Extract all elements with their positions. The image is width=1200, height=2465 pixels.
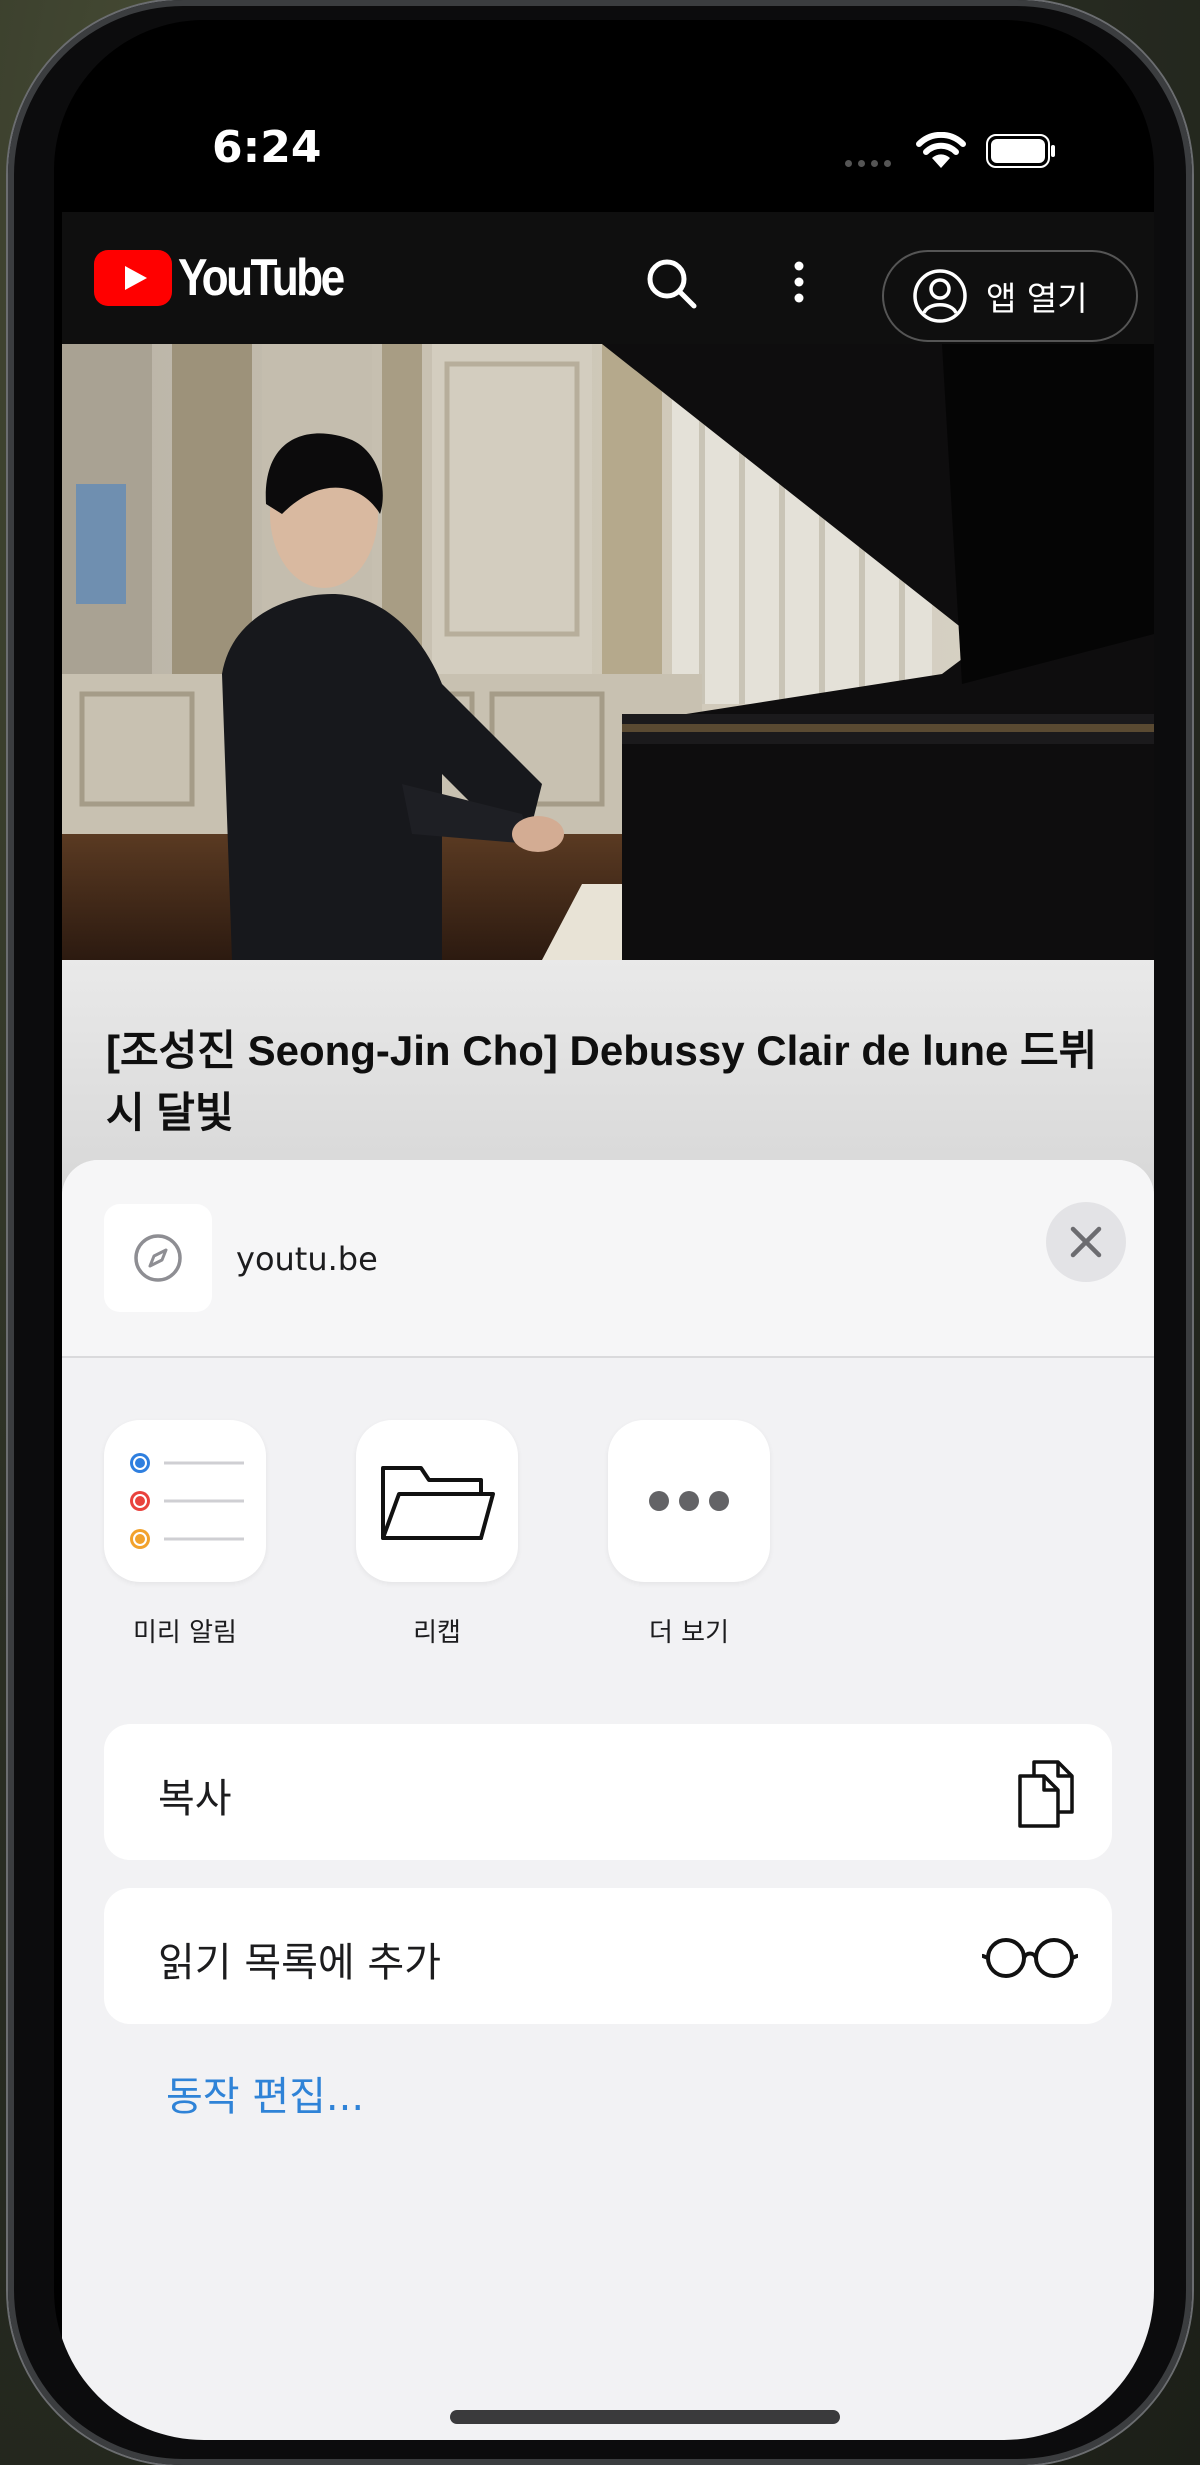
wifi-icon: [916, 132, 966, 168]
battery-icon: [986, 134, 1055, 168]
close-icon: [1070, 1226, 1102, 1258]
app-label-more: 더 보기: [648, 1618, 730, 1648]
action-add-reading-list[interactable]: 읽기 목록에 추가: [104, 1888, 1112, 2024]
video-title[interactable]: [조성진 Seong-Jin Cho] Debussy Clair de lun…: [106, 1020, 1106, 1144]
app-recap[interactable]: [356, 1420, 518, 1582]
glasses-icon: [982, 1938, 1078, 1978]
youtube-logo[interactable]: YouTube: [94, 248, 372, 308]
action-label-copy: 복사: [158, 1776, 232, 1822]
home-indicator[interactable]: [450, 2410, 840, 2424]
action-copy[interactable]: 복사: [104, 1724, 1112, 1860]
folder-icon: [381, 1466, 495, 1540]
compass-icon: [134, 1234, 182, 1282]
youtube-logo-text: YouTube: [178, 249, 345, 307]
search-icon[interactable]: [642, 254, 702, 314]
video-player[interactable]: [62, 344, 1154, 960]
close-button[interactable]: [1046, 1202, 1126, 1282]
copy-icon: [1018, 1760, 1074, 1828]
phone-frame: 6:24 YouTube 앱 열기 [조성진 Seong-Jin Cho] De…: [8, 0, 1192, 2465]
youtube-play-icon: [94, 250, 172, 306]
site-thumbnail: [104, 1204, 212, 1312]
more-vertical-icon[interactable]: [784, 252, 814, 312]
share-sheet: youtu.be 미리 알림 리캡 더 보기 복사 읽기 목록에 추가 동작 편…: [62, 1160, 1154, 2440]
reminders-icon: [130, 1453, 244, 1549]
edit-actions-link[interactable]: 동작 편집...: [166, 2064, 364, 2122]
action-label-reading-list: 읽기 목록에 추가: [158, 1940, 442, 1986]
cellular-signal-icon: [845, 160, 891, 167]
open-app-label: 앱 열기: [986, 279, 1088, 318]
youtube-header: YouTube 앱 열기: [62, 212, 1154, 344]
status-time: 6:24: [212, 122, 322, 173]
app-label-recap: 리캡: [413, 1618, 461, 1648]
shared-site-domain: youtu.be: [236, 1240, 378, 1278]
phone-screen: 6:24 YouTube 앱 열기 [조성진 Seong-Jin Cho] De…: [54, 20, 1154, 2440]
account-icon: [913, 269, 967, 323]
video-frame: [62, 344, 1154, 960]
app-more[interactable]: [608, 1420, 770, 1582]
open-app-button[interactable]: 앱 열기: [882, 250, 1138, 342]
more-icon: [649, 1491, 729, 1511]
app-label-reminders: 미리 알림: [133, 1618, 237, 1648]
share-sheet-header: youtu.be: [62, 1160, 1154, 1358]
app-reminders[interactable]: [104, 1420, 266, 1582]
